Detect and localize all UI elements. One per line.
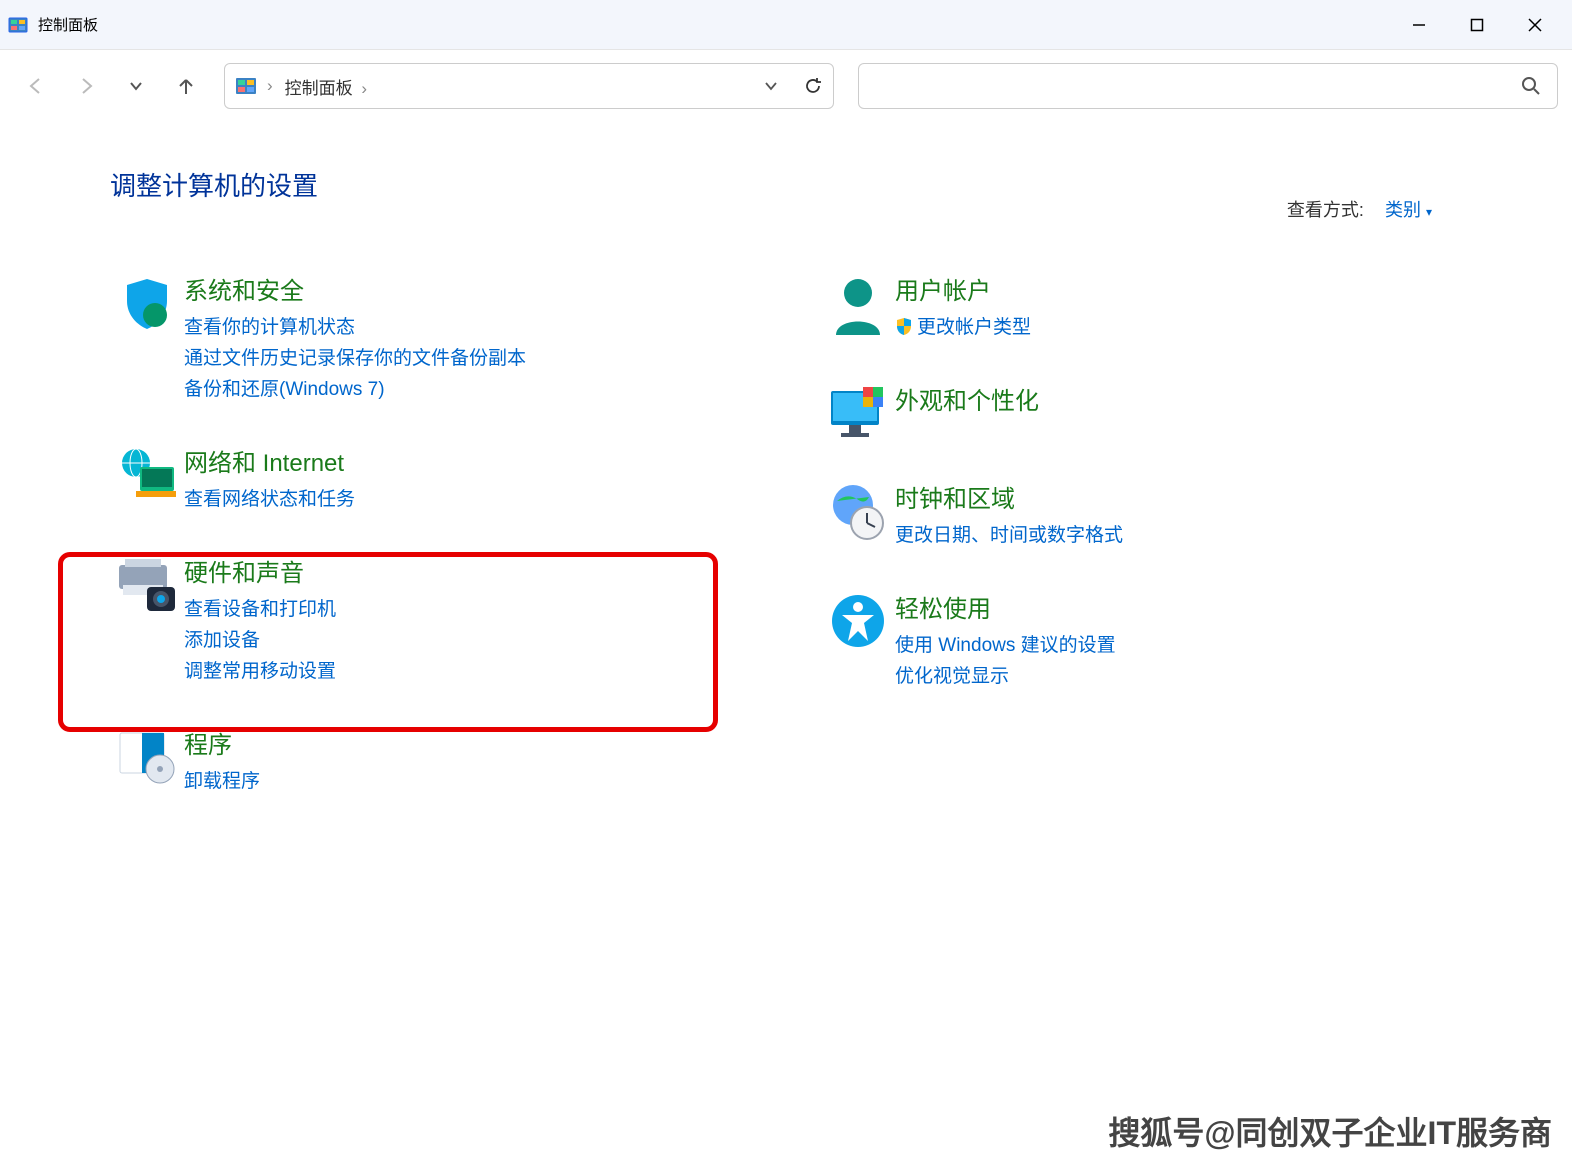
page-heading: 调整计算机的设置 (110, 166, 1462, 203)
window-title: 控制面板 (38, 14, 1390, 35)
history-dropdown-button[interactable] (114, 64, 158, 108)
category-programs: 程序 卸载程序 (110, 717, 751, 805)
address-bar[interactable]: › 控制面板 › (224, 63, 834, 109)
category-link[interactable]: 使用 Windows 建议的设置 (895, 630, 1462, 657)
category-title[interactable]: 硬件和声音 (184, 553, 751, 588)
forward-button[interactable] (64, 64, 108, 108)
view-by-dropdown[interactable]: 类别 ▾ (1385, 200, 1432, 220)
globe-monitor-icon (110, 443, 184, 505)
app-icon (8, 15, 28, 35)
category-title[interactable]: 外观和个性化 (895, 381, 1462, 416)
category-ease-of-access: 轻松使用 使用 Windows 建议的设置 优化视觉显示 (821, 581, 1462, 700)
monitor-colors-icon (821, 381, 895, 441)
category-link[interactable]: 通过文件历史记录保存你的文件备份副本 (184, 343, 751, 370)
refresh-button[interactable] (803, 76, 823, 96)
category-title[interactable]: 网络和 Internet (184, 443, 751, 478)
shield-icon (110, 271, 184, 331)
search-icon (1521, 76, 1541, 96)
title-bar: 控制面板 (0, 0, 1572, 50)
content-area: 调整计算机的设置 查看方式: 类别 ▾ 系统和安全 查看你的计算机状态 通过文件… (0, 122, 1572, 827)
category-network-internet: 网络和 Internet 查看网络状态和任务 (110, 435, 751, 523)
breadcrumb-root[interactable]: 控制面板 › (285, 74, 763, 99)
category-title[interactable]: 程序 (184, 725, 751, 760)
category-link[interactable]: 优化视觉显示 (895, 661, 1462, 688)
watermark-text: 搜狐号@同创双子企业IT服务商 (1108, 1108, 1552, 1154)
category-link[interactable]: 查看你的计算机状态 (184, 312, 751, 339)
category-system-security: 系统和安全 查看你的计算机状态 通过文件历史记录保存你的文件备份副本 备份和还原… (110, 263, 751, 413)
address-dropdown-icon[interactable] (763, 78, 779, 94)
view-by-label: 查看方式: (1287, 200, 1364, 220)
category-link[interactable]: 添加设备 (184, 625, 751, 652)
category-user-accounts: 用户帐户 更改帐户类型 (821, 263, 1462, 351)
category-link[interactable]: 更改帐户类型 (895, 312, 1462, 339)
minimize-button[interactable] (1390, 5, 1448, 45)
search-box[interactable] (858, 63, 1558, 109)
uac-shield-icon (895, 317, 913, 335)
clock-globe-icon (821, 479, 895, 541)
category-link[interactable]: 备份和还原(Windows 7) (184, 374, 751, 401)
back-button[interactable] (14, 64, 58, 108)
user-icon (821, 271, 895, 337)
category-title[interactable]: 轻松使用 (895, 589, 1462, 624)
printer-camera-icon (110, 553, 184, 613)
view-by: 查看方式: 类别 ▾ (1287, 196, 1432, 222)
category-title[interactable]: 系统和安全 (184, 271, 751, 306)
category-appearance: 外观和个性化 (821, 373, 1462, 449)
category-hardware-sound: 硬件和声音 查看设备和打印机 添加设备 调整常用移动设置 (110, 545, 751, 695)
category-title[interactable]: 用户帐户 (895, 271, 1462, 306)
category-link[interactable]: 调整常用移动设置 (184, 656, 751, 683)
maximize-button[interactable] (1448, 5, 1506, 45)
address-icon (235, 75, 257, 97)
category-link[interactable]: 更改日期、时间或数字格式 (895, 520, 1462, 547)
programs-icon (110, 725, 184, 785)
window-controls (1390, 5, 1564, 45)
category-link[interactable]: 查看网络状态和任务 (184, 484, 751, 511)
up-button[interactable] (164, 64, 208, 108)
category-column-left: 系统和安全 查看你的计算机状态 通过文件历史记录保存你的文件备份副本 备份和还原… (110, 263, 751, 827)
breadcrumb-sep: › (267, 76, 273, 96)
category-link[interactable]: 卸载程序 (184, 766, 751, 793)
category-clock-region: 时钟和区域 更改日期、时间或数字格式 (821, 471, 1462, 559)
category-link[interactable]: 查看设备和打印机 (184, 594, 751, 621)
navigation-bar: › 控制面板 › (0, 50, 1572, 122)
accessibility-icon (821, 589, 895, 649)
category-title[interactable]: 时钟和区域 (895, 479, 1462, 514)
category-column-right: 用户帐户 更改帐户类型 外观和个性化 时钟和区域 更改日期、时间或数字格式 (821, 263, 1462, 827)
close-button[interactable] (1506, 5, 1564, 45)
